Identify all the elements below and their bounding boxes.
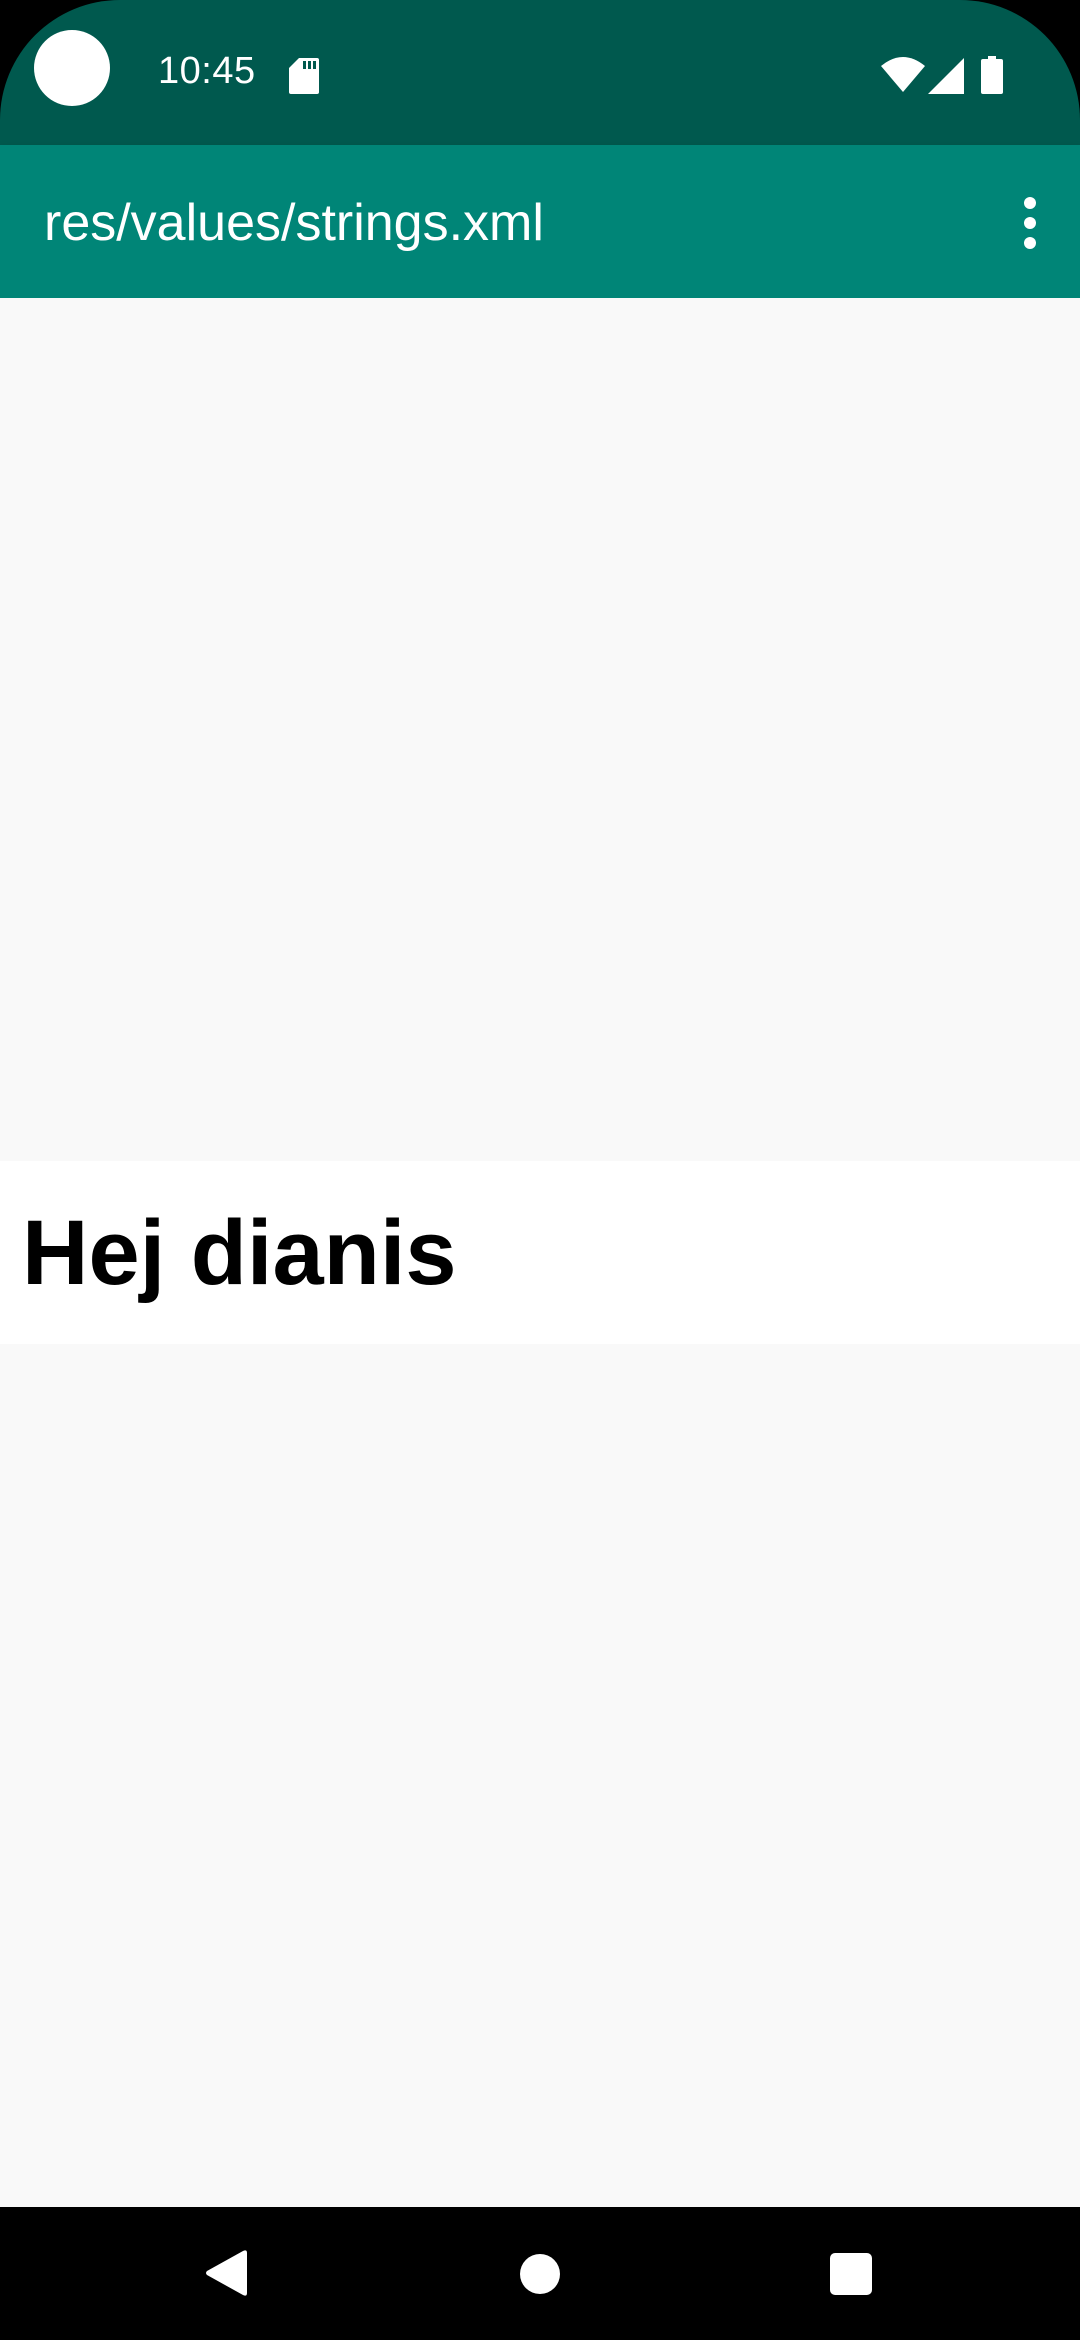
main-content: Hej dianis — [0, 298, 1080, 2207]
battery-icon — [981, 56, 1003, 94]
cell-signal-icon — [928, 58, 964, 94]
app-bar-title: res/values/strings.xml — [44, 194, 544, 252]
status-bar: 10:45 — [0, 0, 1080, 145]
back-icon[interactable] — [205, 2249, 247, 2297]
more-vert-icon — [1024, 217, 1036, 229]
navigation-bar — [0, 2207, 1080, 2340]
message-container: Hej dianis — [0, 1161, 1080, 1344]
more-vert-icon — [1024, 197, 1036, 209]
wifi-icon — [881, 57, 925, 92]
sd-card-icon — [289, 58, 319, 94]
status-time: 10:45 — [158, 50, 256, 92]
home-icon[interactable] — [520, 2254, 560, 2294]
app-bar: res/values/strings.xml — [0, 145, 1080, 298]
more-vert-icon — [1024, 237, 1036, 249]
more-options-button[interactable] — [1000, 187, 1060, 259]
greeting-text: Hej dianis — [22, 1202, 457, 1304]
recents-icon[interactable] — [830, 2253, 872, 2295]
phone-screen: 10:45 res/values/strings.xml Hej dianis — [0, 0, 1080, 2340]
camera-cutout — [34, 30, 110, 106]
